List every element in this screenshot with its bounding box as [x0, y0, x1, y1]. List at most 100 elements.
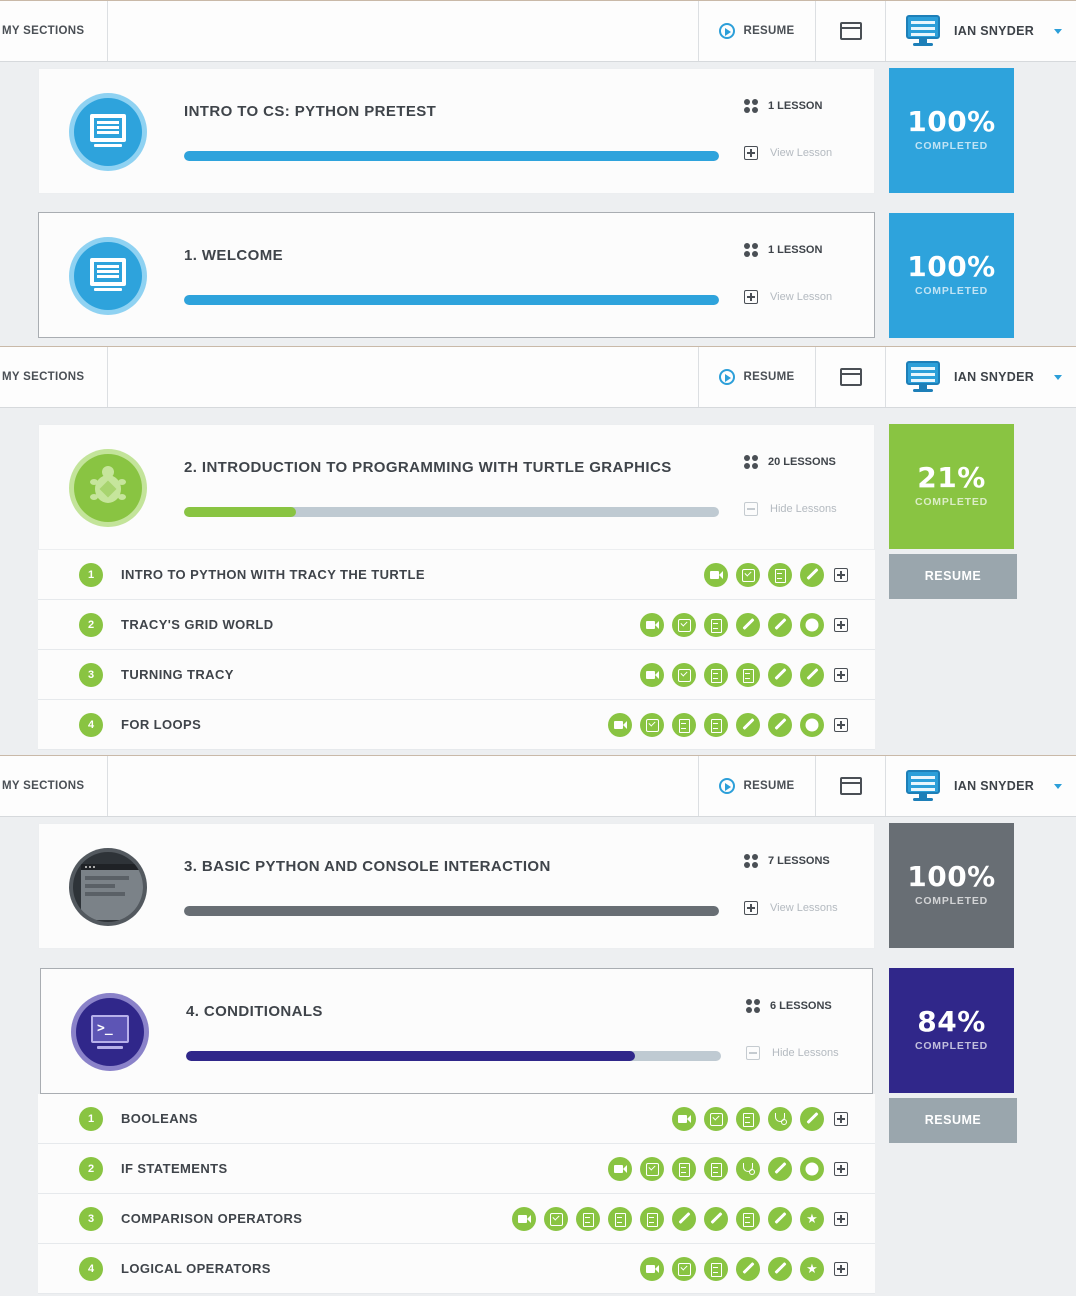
section-card-conditionals[interactable]: >_ 4. CONDITIONALS 6 LESSONS Hide Lesson… — [40, 968, 873, 1094]
pencil-icon[interactable] — [768, 613, 792, 637]
doc-icon[interactable] — [736, 1207, 760, 1231]
window-toggle-button[interactable] — [816, 1, 886, 61]
star-icon[interactable] — [800, 1207, 824, 1231]
resume-button[interactable]: RESUME — [698, 756, 816, 816]
user-menu[interactable]: IAN SNYDER — [886, 347, 1076, 407]
section-title: 1. WELCOME — [184, 247, 284, 264]
view-lesson-link[interactable]: View Lesson — [744, 146, 832, 160]
video-icon[interactable] — [640, 1257, 664, 1281]
expand-icon[interactable] — [834, 618, 848, 632]
section-card-welcome[interactable]: 1. WELCOME 1 LESSON View Lesson — [38, 212, 875, 338]
check-icon[interactable] — [640, 713, 664, 737]
pencil-icon[interactable] — [768, 1207, 792, 1231]
view-lesson-link[interactable]: View Lesson — [744, 290, 832, 304]
window-toggle-button[interactable] — [816, 756, 886, 816]
pencil-icon[interactable] — [736, 713, 760, 737]
user-name: IAN SNYDER — [954, 24, 1035, 38]
check-icon[interactable] — [672, 613, 696, 637]
expand-icon[interactable] — [834, 718, 848, 732]
pencil-icon[interactable] — [768, 1157, 792, 1181]
pencil-icon[interactable] — [800, 663, 824, 687]
window-icon — [839, 22, 862, 40]
doc-icon[interactable] — [704, 1157, 728, 1181]
video-icon[interactable] — [640, 663, 664, 687]
steth-icon[interactable] — [736, 1157, 760, 1181]
pencil-icon[interactable] — [736, 613, 760, 637]
video-icon[interactable] — [512, 1207, 536, 1231]
lesson-row[interactable]: 4 LOGICAL OPERATORS — [38, 1244, 875, 1294]
resume-button[interactable]: RESUME — [698, 347, 816, 407]
hide-lessons-link[interactable]: Hide Lessons — [744, 502, 837, 516]
doc-icon[interactable] — [704, 663, 728, 687]
expand-icon[interactable] — [834, 1262, 848, 1276]
check-icon[interactable] — [672, 663, 696, 687]
lesson-row[interactable]: 4 FOR LOOPS — [38, 700, 875, 750]
user-name: IAN SNYDER — [954, 779, 1035, 793]
check-icon[interactable] — [544, 1207, 568, 1231]
doc-icon[interactable] — [672, 713, 696, 737]
lesson-row[interactable]: 1 INTRO TO PYTHON WITH TRACY THE TURTLE — [38, 550, 875, 600]
badge8-icon[interactable] — [800, 1157, 824, 1181]
pencil-icon[interactable] — [800, 563, 824, 587]
my-sections-button[interactable]: MY SECTIONS — [0, 756, 108, 816]
doc-icon[interactable] — [576, 1207, 600, 1231]
section-card-turtle[interactable]: 2. INTRODUCTION TO PROGRAMMING WITH TURT… — [38, 424, 875, 550]
video-icon[interactable] — [608, 713, 632, 737]
user-menu[interactable]: IAN SNYDER — [886, 756, 1076, 816]
lesson-count-label: 1 LESSON — [768, 100, 823, 112]
section-card-pretest[interactable]: INTRO TO CS: PYTHON PRETEST 1 LESSON Vie… — [38, 68, 875, 194]
expand-icon[interactable] — [834, 568, 848, 582]
pencil-icon[interactable] — [800, 1107, 824, 1131]
doc-icon[interactable] — [704, 613, 728, 637]
computer-avatar-icon — [906, 361, 940, 393]
star-icon[interactable] — [800, 1257, 824, 1281]
view-lessons-link[interactable]: View Lessons — [744, 901, 838, 915]
steth-icon[interactable] — [768, 1107, 792, 1131]
user-menu[interactable]: IAN SNYDER — [886, 1, 1076, 61]
hide-lessons-link[interactable]: Hide Lessons — [746, 1046, 839, 1060]
lesson-row[interactable]: 1 BOOLEANS — [38, 1094, 875, 1144]
doc-icon[interactable] — [704, 1257, 728, 1281]
doc-icon[interactable] — [736, 1107, 760, 1131]
lesson-row[interactable]: 2 IF STATEMENTS — [38, 1144, 875, 1194]
expand-icon[interactable] — [834, 668, 848, 682]
check-icon[interactable] — [640, 1157, 664, 1181]
resume-section-button[interactable]: RESUME — [889, 554, 1017, 599]
resume-section-button[interactable]: RESUME — [889, 1098, 1017, 1143]
check-icon[interactable] — [672, 1257, 696, 1281]
video-icon[interactable] — [672, 1107, 696, 1131]
pencil-icon[interactable] — [704, 1207, 728, 1231]
pencil-icon[interactable] — [768, 713, 792, 737]
expand-icon[interactable] — [834, 1212, 848, 1226]
badge8-icon[interactable] — [800, 713, 824, 737]
my-sections-button[interactable]: MY SECTIONS — [0, 347, 108, 407]
expand-icon[interactable] — [834, 1112, 848, 1126]
badge8-icon[interactable] — [800, 613, 824, 637]
pencil-icon[interactable] — [672, 1207, 696, 1231]
pencil-icon[interactable] — [736, 1257, 760, 1281]
completion-percent: 21% — [917, 461, 986, 494]
doc-icon[interactable] — [608, 1207, 632, 1231]
pencil-icon[interactable] — [768, 663, 792, 687]
lesson-count: 1 LESSON — [744, 99, 822, 113]
my-sections-button[interactable]: MY SECTIONS — [0, 1, 108, 61]
doc-icon[interactable] — [704, 713, 728, 737]
check-icon[interactable] — [736, 563, 760, 587]
doc-icon[interactable] — [640, 1207, 664, 1231]
lesson-row[interactable]: 3 TURNING TRACY — [38, 650, 875, 700]
window-toggle-button[interactable] — [816, 347, 886, 407]
section-card-basic-python[interactable]: 3. BASIC PYTHON AND CONSOLE INTERACTION … — [38, 823, 875, 949]
grid-dots-icon — [744, 243, 758, 257]
expand-icon[interactable] — [834, 1162, 848, 1176]
video-icon[interactable] — [608, 1157, 632, 1181]
doc-icon[interactable] — [768, 563, 792, 587]
video-icon[interactable] — [704, 563, 728, 587]
pencil-icon[interactable] — [768, 1257, 792, 1281]
lesson-row[interactable]: 3 COMPARISON OPERATORS — [38, 1194, 875, 1244]
resume-button[interactable]: RESUME — [698, 1, 816, 61]
doc-icon[interactable] — [736, 663, 760, 687]
check-icon[interactable] — [704, 1107, 728, 1131]
video-icon[interactable] — [640, 613, 664, 637]
lesson-row[interactable]: 2 TRACY'S GRID WORLD — [38, 600, 875, 650]
doc-icon[interactable] — [672, 1157, 696, 1181]
